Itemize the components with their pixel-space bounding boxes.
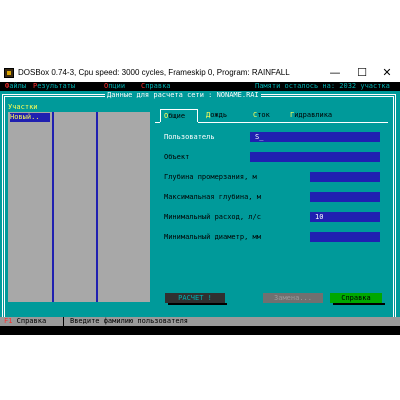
f1-help-hint[interactable]: F1 Справка <box>4 317 46 326</box>
maximize-icon[interactable]: ☐ <box>352 66 372 80</box>
tab-rain[interactable]: Дождь <box>206 111 227 120</box>
help-button-shadow <box>333 303 385 305</box>
freeze-depth-field[interactable] <box>310 172 380 182</box>
minimize-icon[interactable]: — <box>325 66 345 80</box>
memory-status: Памяти осталось на: 2032 участка <box>255 82 390 90</box>
status-bar: F1 Справка Введите фамилию пользователя <box>0 317 400 326</box>
object-label: Объект <box>164 153 190 161</box>
status-divider <box>63 317 64 326</box>
min-diameter-label: Минимальный диаметр, мм <box>164 233 261 241</box>
dialog-title: Данные для расчета сети : NONAME.RAI <box>105 91 261 100</box>
min-diameter-field[interactable] <box>310 232 380 242</box>
max-depth-field[interactable] <box>310 192 380 202</box>
window-titlebar: DOSBox 0.74-3, Cpu speed: 3000 cycles, F… <box>0 64 400 82</box>
list-item-new[interactable]: Новый.. <box>10 113 50 122</box>
help-button[interactable]: Справка <box>330 293 382 303</box>
menu-help[interactable]: Справка <box>141 82 171 91</box>
dos-screen: Файлы Результаты Опции Справка Памяти ос… <box>0 82 400 335</box>
replace-button[interactable]: Замена... <box>263 293 323 303</box>
object-field[interactable] <box>250 152 380 162</box>
close-icon[interactable]: ✕ <box>377 66 397 80</box>
sections-label: Участки <box>8 103 38 111</box>
min-flow-field[interactable]: 10 <box>310 212 380 222</box>
freeze-depth-label: Глубина промерзания, м <box>164 173 257 181</box>
user-label: Пользователь <box>164 133 215 141</box>
min-flow-label: Минимальный расход, л/с <box>164 213 261 221</box>
max-depth-label: Максимальная глубина, м <box>164 193 261 201</box>
dosbox-app-icon <box>4 68 14 78</box>
status-message: Введите фамилию пользователя <box>70 317 189 325</box>
calculate-button[interactable]: РАСЧЕТ ! <box>165 293 225 303</box>
tab-line <box>198 122 388 123</box>
window-title: DOSBox 0.74-3, Cpu speed: 3000 cycles, F… <box>18 68 290 77</box>
menu-options[interactable]: Опции <box>104 82 125 91</box>
sections-list[interactable]: Новый.. <box>8 112 150 302</box>
user-field[interactable]: S_ <box>250 132 380 142</box>
tab-general[interactable]: Общие <box>160 109 198 122</box>
tab-hydraulics[interactable]: Гидравлика <box>290 111 332 120</box>
tab-runoff[interactable]: Сток <box>253 111 270 120</box>
list-column-divider <box>96 112 98 302</box>
menu-files[interactable]: Файлы <box>5 82 26 91</box>
screen-bottom <box>0 326 400 335</box>
menu-bar: Файлы Результаты Опции Справка Памяти ос… <box>0 82 400 91</box>
list-column-divider <box>52 112 54 302</box>
tab-line <box>155 122 160 123</box>
menu-results[interactable]: Результаты <box>33 82 75 91</box>
calculate-button-shadow <box>168 303 227 305</box>
